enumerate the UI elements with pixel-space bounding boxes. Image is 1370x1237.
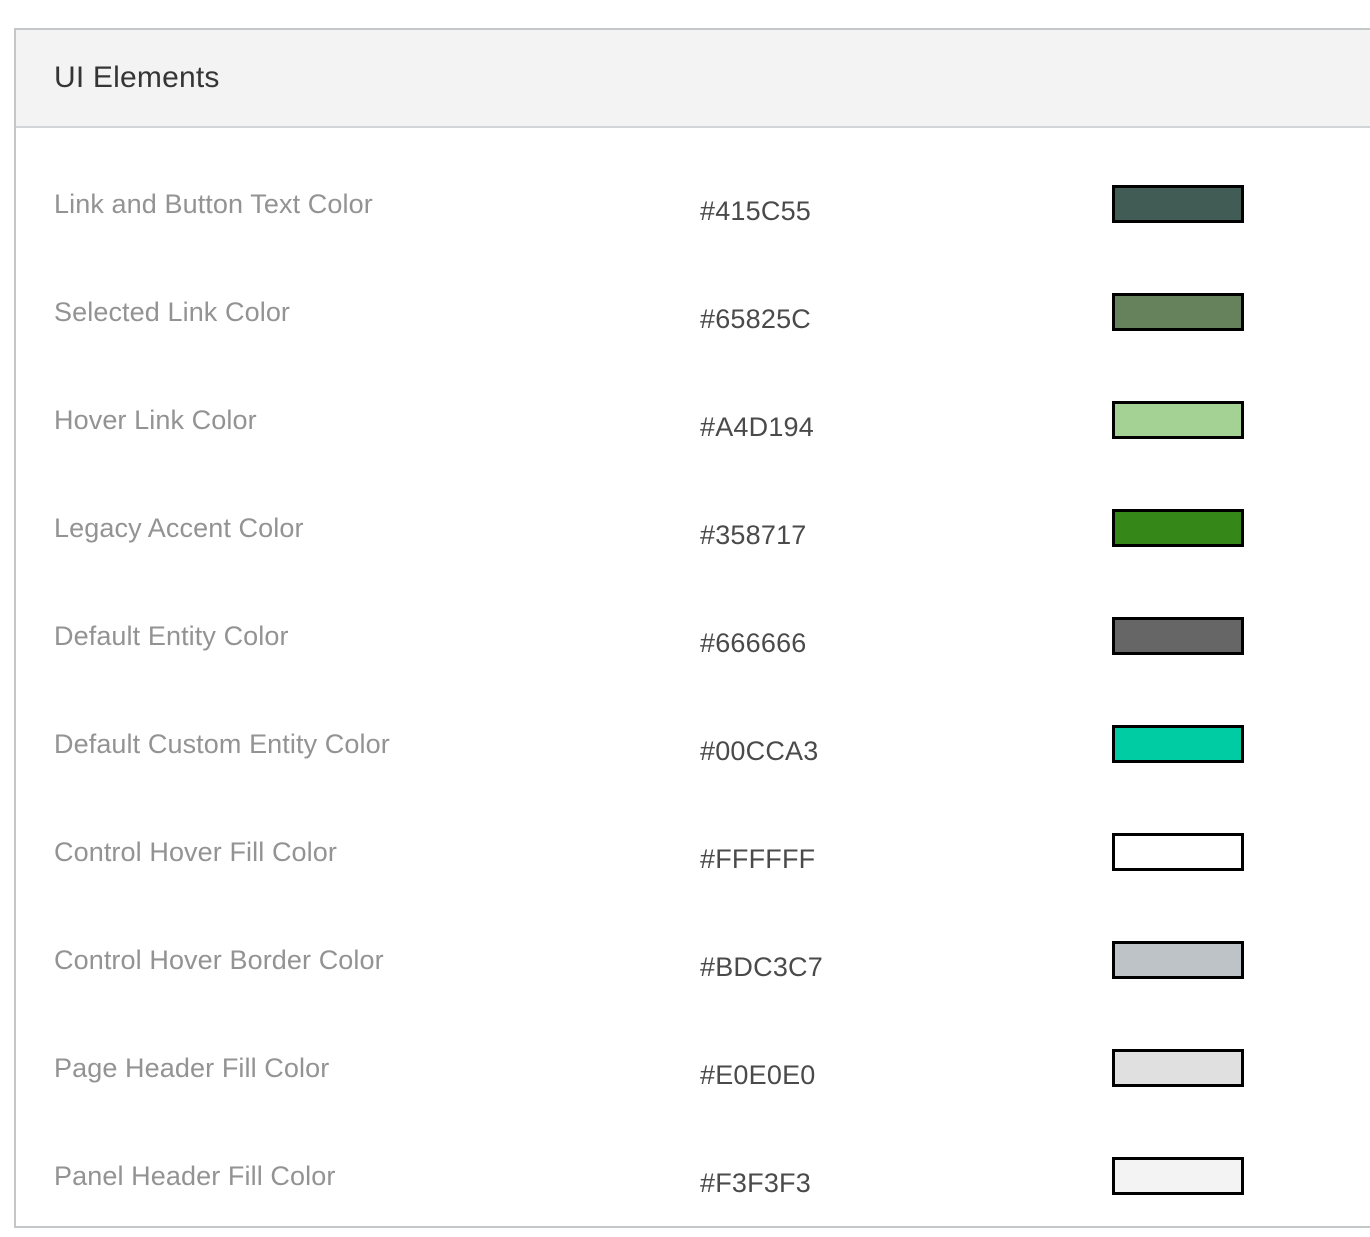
color-hex-value: #A4D194 (700, 411, 814, 442)
table-row: Page Header Fill Color #E0E0E0 (16, 1014, 1370, 1122)
page-title: UI Elements (54, 61, 220, 94)
color-swatch[interactable] (1112, 293, 1244, 331)
color-swatch[interactable] (1112, 941, 1244, 979)
table-row: Control Hover Border Color #BDC3C7 (16, 906, 1370, 1014)
table-row: Control Hover Fill Color #FFFFFF (16, 798, 1370, 906)
color-hex-value: #666666 (700, 627, 807, 658)
color-swatch[interactable] (1112, 833, 1244, 871)
ui-elements-panel: UI Elements Link and Button Text Color #4… (14, 28, 1370, 1228)
color-swatch[interactable] (1112, 509, 1244, 547)
color-setting-label: Selected Link Color (54, 296, 291, 327)
color-hex-value: #00CCA3 (700, 735, 819, 766)
table-row: Default Custom Entity Color #00CCA3 (16, 690, 1370, 798)
panel-header: UI Elements (16, 30, 1370, 128)
color-swatch[interactable] (1112, 617, 1244, 655)
color-hex-value: #358717 (700, 519, 807, 550)
color-hex-value: #FFFFFF (700, 843, 816, 874)
color-setting-label: Page Header Fill Color (54, 1052, 330, 1083)
table-row: Selected Link Color #65825C (16, 258, 1370, 366)
color-swatch[interactable] (1112, 401, 1244, 439)
color-hex-value: #BDC3C7 (700, 951, 823, 982)
color-setting-label: Default Custom Entity Color (54, 728, 390, 759)
color-hex-value: #65825C (700, 303, 811, 334)
color-setting-label: Hover Link Color (54, 404, 257, 435)
table-row: Legacy Accent Color #358717 (16, 474, 1370, 582)
color-settings-list: Link and Button Text Color #415C55 Selecte… (16, 128, 1370, 1230)
color-hex-value: #F3F3F3 (700, 1167, 811, 1198)
color-setting-label: Link and Button Text Color (54, 188, 373, 219)
color-setting-label: Panel Header Fill Color (54, 1160, 336, 1191)
color-hex-value: #E0E0E0 (700, 1059, 816, 1090)
table-row: Link and Button Text Color #415C55 (16, 150, 1370, 258)
table-row: Hover Link Color #A4D194 (16, 366, 1370, 474)
table-row: Default Entity Color #666666 (16, 582, 1370, 690)
color-setting-label: Control Hover Fill Color (54, 836, 337, 867)
color-setting-label: Control Hover Border Color (54, 944, 384, 975)
color-swatch[interactable] (1112, 1157, 1244, 1195)
color-setting-label: Legacy Accent Color (54, 512, 304, 543)
color-swatch[interactable] (1112, 1049, 1244, 1087)
table-row: Panel Header Fill Color #F3F3F3 (16, 1122, 1370, 1230)
color-hex-value: #415C55 (700, 195, 811, 226)
color-swatch[interactable] (1112, 725, 1244, 763)
color-swatch[interactable] (1112, 185, 1244, 223)
color-setting-label: Default Entity Color (54, 620, 289, 651)
